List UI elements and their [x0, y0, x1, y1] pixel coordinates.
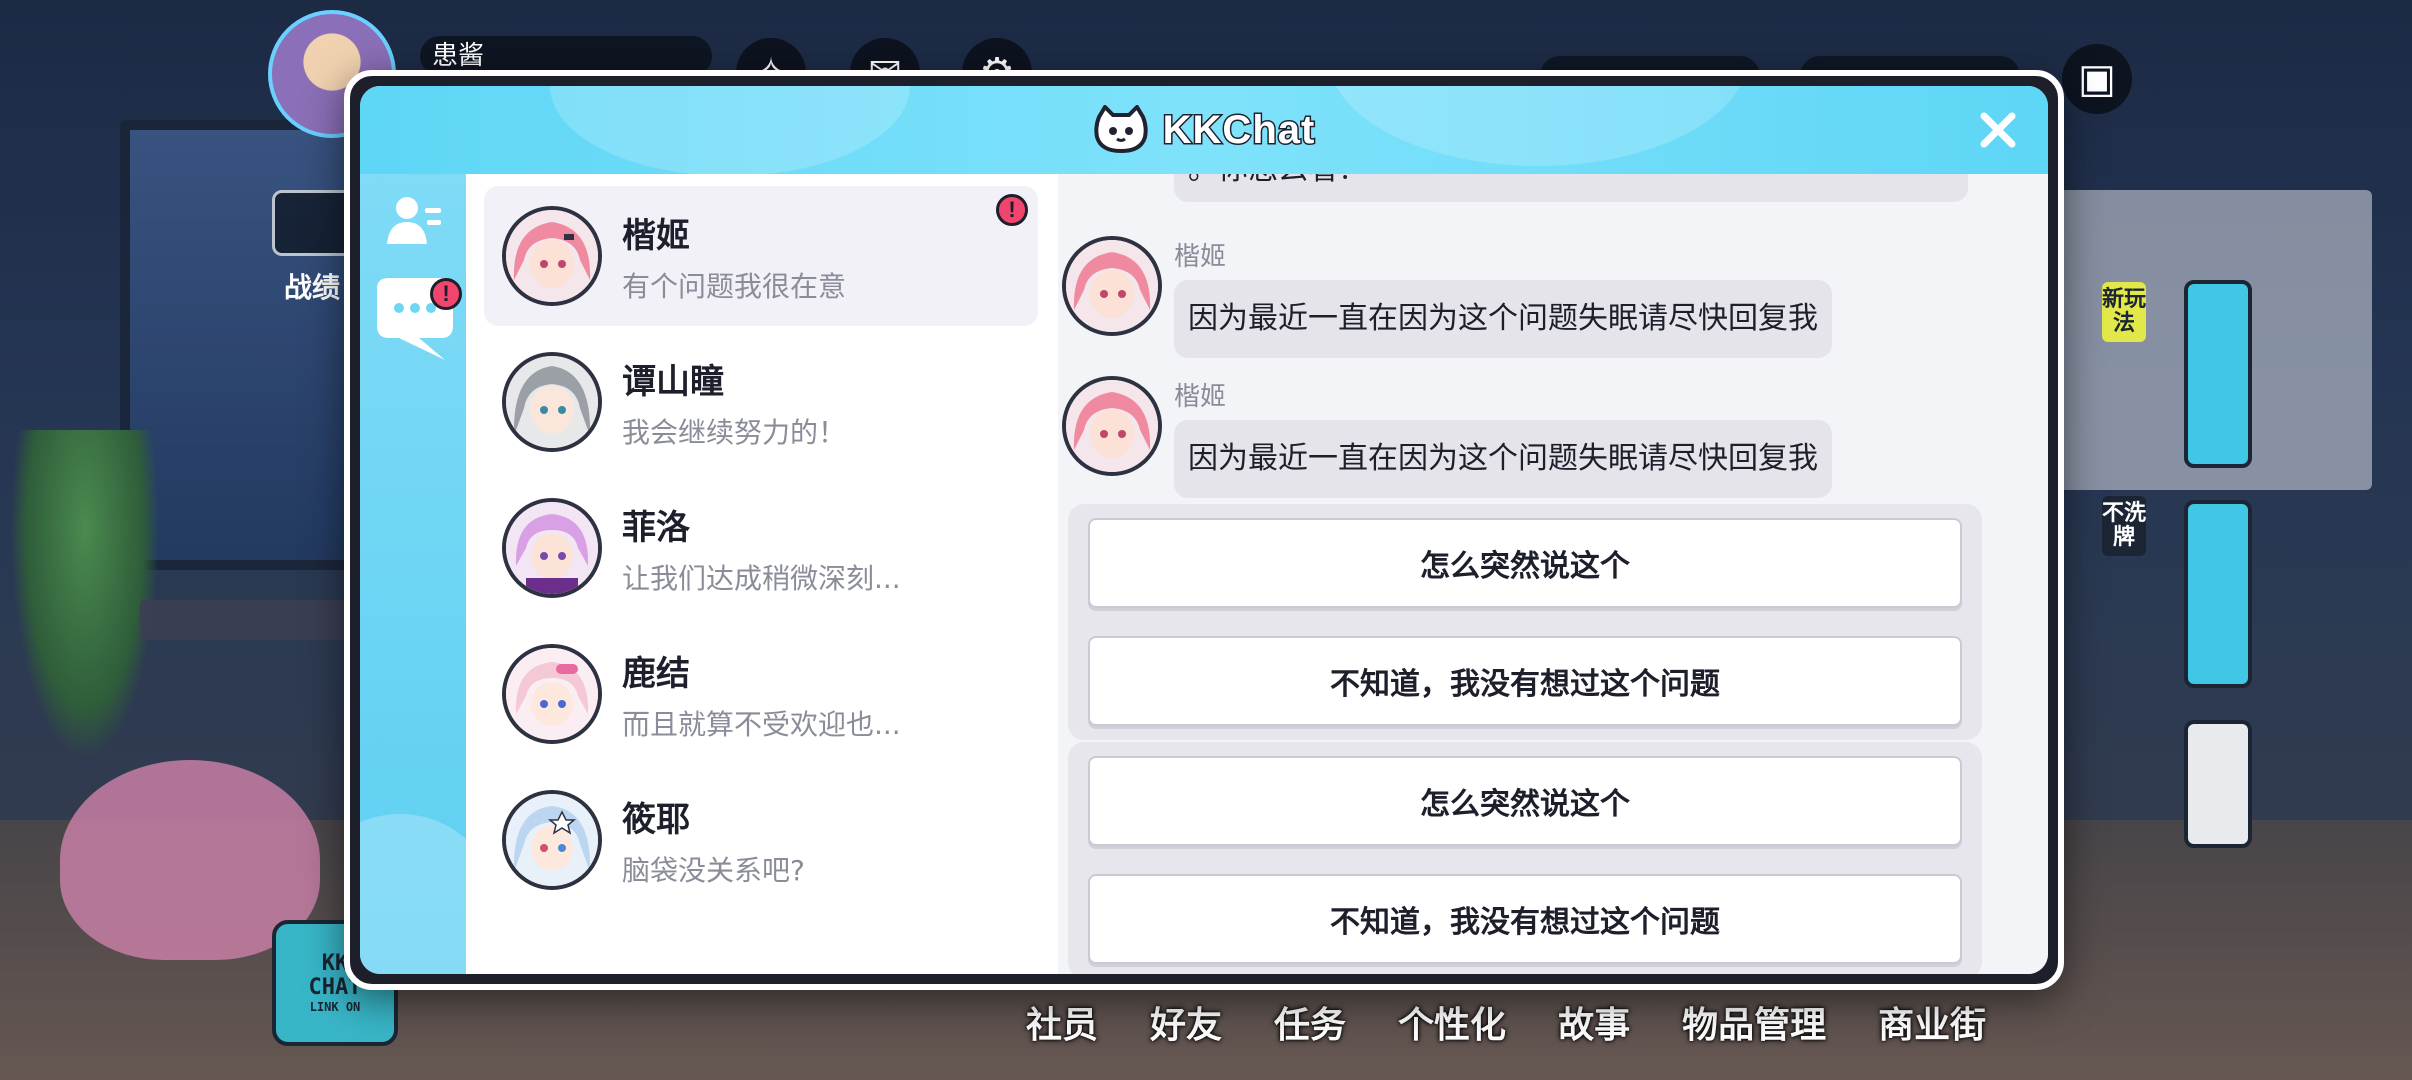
modal-header: KKChat	[360, 86, 2048, 176]
contact-preview: 让我们达成稍微深刻...	[622, 561, 901, 595]
contact-name: 楷姬	[622, 215, 690, 256]
message-sender: 楷姬	[1174, 382, 1227, 412]
message-sender: 楷姬	[1174, 242, 1227, 272]
message-bubble: 因为最近一直在因为这个问题失眠请尽快回复我	[1174, 420, 1832, 498]
kkchat-modal: KKChat ! 楷姬 有个问题我很在意 ! 谭山瞳 我会继续努力的！ 菲洛 让…	[344, 70, 2064, 990]
chat-pane: 。你怎么看？ 楷姬 因为最近一直在因为这个问题失眠请尽快回复我	[1058, 174, 2048, 974]
avatar	[502, 206, 602, 306]
contact-item[interactable]: 谭山瞳 我会继续努力的！	[484, 332, 1038, 472]
contacts-tab[interactable]	[360, 192, 466, 248]
contact-list: 楷姬 有个问题我很在意 ! 谭山瞳 我会继续努力的！ 菲洛 让我们达成稍微深刻.…	[466, 174, 1058, 974]
contact-name: 菲洛	[622, 507, 690, 548]
avatar	[502, 644, 602, 744]
nav-story[interactable]: 故事	[1532, 996, 1656, 1048]
contacts-icon	[387, 197, 441, 244]
contact-preview: 而且就算不受欢迎也...	[622, 707, 901, 741]
screen-toggle-icon[interactable]: ▣	[2062, 44, 2132, 114]
nav-members[interactable]: 社员	[1000, 996, 1124, 1048]
contact-item[interactable]: 菲洛 让我们达成稍微深刻...	[484, 478, 1038, 618]
side-tile-2[interactable]	[2184, 500, 2252, 688]
background-plant	[10, 430, 160, 760]
side-tile-1[interactable]	[2184, 280, 2252, 468]
close-button[interactable]	[1970, 102, 2026, 158]
nav-friends[interactable]: 好友	[1124, 996, 1248, 1048]
contact-name: 鹿结	[622, 653, 690, 694]
modal-title: KKChat	[360, 86, 2048, 174]
reply-choice-group: 怎么突然说这个 不知道，我没有想过这个问题	[1068, 504, 1982, 740]
nav-inventory[interactable]: 物品管理	[1656, 996, 1852, 1048]
nav-tasks[interactable]: 任务	[1248, 996, 1372, 1048]
kkchat-modal-body: KKChat ! 楷姬 有个问题我很在意 ! 谭山瞳 我会继续努力的！ 菲洛 让…	[360, 86, 2048, 974]
avatar	[502, 498, 602, 598]
contact-name: 谭山瞳	[622, 361, 724, 402]
contact-item[interactable]: 筱耶 脑袋没关系吧?	[484, 770, 1038, 910]
contact-preview: 有个问题我很在意	[622, 269, 847, 303]
reply-choice-button[interactable]: 不知道，我没有想过这个问题	[1088, 874, 1962, 964]
message-text: 因为最近一直在因为这个问题失眠请尽快回复我	[1188, 301, 1818, 336]
contact-name: 筱耶	[622, 799, 690, 840]
avatar	[1062, 376, 1162, 476]
kkchat-launcher-line-3: LINK ON	[309, 999, 361, 1014]
reply-choice-group: 怎么突然说这个 不知道，我没有想过这个问题	[1068, 742, 1982, 974]
nav-shop-street[interactable]: 商业街	[1852, 996, 2012, 1048]
message-bubble: 因为最近一直在因为这个问题失眠请尽快回复我	[1174, 280, 1832, 358]
nav-personalize[interactable]: 个性化	[1372, 996, 1532, 1048]
reply-choice-button[interactable]: 不知道，我没有想过这个问题	[1088, 636, 1962, 726]
no-shuffle-tag[interactable]: 不洗牌	[2102, 496, 2146, 557]
record-label: 战绩	[284, 271, 341, 304]
contact-item[interactable]: 鹿结 而且就算不受欢迎也...	[484, 624, 1038, 764]
avatar	[502, 352, 602, 452]
new-mode-tag[interactable]: 新玩法	[2102, 282, 2146, 343]
reply-choice-button[interactable]: 怎么突然说这个	[1088, 756, 1962, 846]
bottom-nav: 社员 好友 任务 个性化 故事 物品管理 商业街	[1000, 996, 2012, 1048]
chat-left-rail: !	[360, 174, 500, 974]
chat-unread-badge: !	[430, 278, 462, 310]
modal-title-text: KKChat	[1161, 106, 1316, 153]
message-text: 因为最近一直在因为这个问题失眠请尽快回复我	[1188, 441, 1818, 476]
reply-choice-button[interactable]: 怎么突然说这个	[1088, 518, 1962, 608]
contact-item[interactable]: 楷姬 有个问题我很在意 !	[484, 186, 1038, 326]
close-icon	[1980, 112, 2016, 148]
contact-unread-badge: !	[996, 194, 1028, 226]
avatar	[502, 790, 602, 890]
message-bubble-partial: 。你怎么看？	[1174, 174, 1968, 202]
contact-preview: 我会继续努力的！	[622, 415, 847, 449]
side-tile-3[interactable]	[2184, 720, 2252, 848]
contact-preview: 脑袋没关系吧?	[622, 853, 805, 887]
message-text: 。你怎么看？	[1188, 174, 1368, 187]
kkchat-cat-logo-icon	[1093, 103, 1149, 155]
chat-tab[interactable]: !	[360, 274, 466, 366]
avatar	[1062, 236, 1162, 336]
